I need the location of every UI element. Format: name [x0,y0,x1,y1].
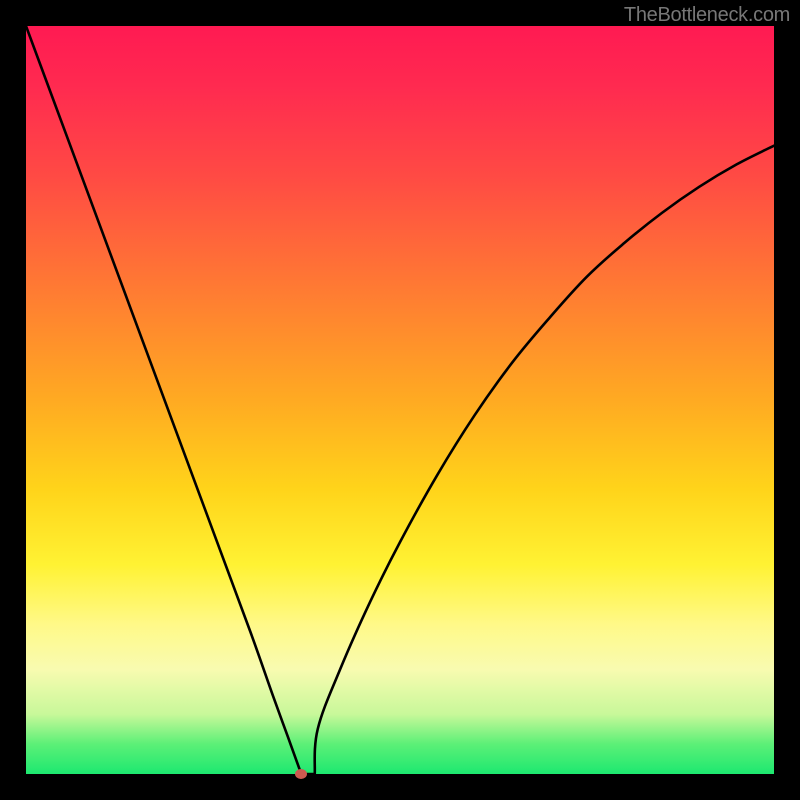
curve-svg [26,26,774,774]
bottleneck-curve [26,26,774,774]
plot-area [26,26,774,774]
watermark-text: TheBottleneck.com [624,4,790,27]
minimum-marker [295,769,307,779]
